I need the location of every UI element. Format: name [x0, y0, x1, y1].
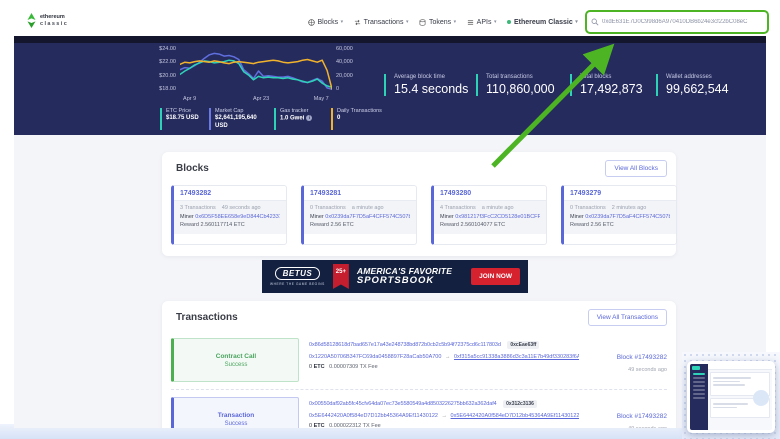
miner-address-link[interactable]: 0x0239da7F7D5aF4CFF574C507bb... [585, 214, 670, 220]
method-id-tag: 0x312c3136 [503, 400, 537, 408]
thumbnail-content [708, 364, 772, 430]
ad-headline: AMERICA'S FAVORITE SPORTSBOOK [357, 267, 452, 287]
nav-item-apis[interactable]: APIs ▾ [467, 19, 496, 26]
chevron-down-icon: ▾ [406, 19, 409, 25]
arrow-right-icon: → [442, 413, 448, 419]
logo-text: ethereum classic [40, 14, 68, 27]
chevron-down-icon: ▾ [454, 19, 457, 25]
nav-item-transactions[interactable]: Transactions ▾ [354, 19, 408, 26]
hero-top-strip [14, 36, 766, 43]
chart-y-axis-left: $24.00 $22.00 $20.00 $18.00 [150, 46, 176, 92]
to-address-link[interactable]: 0x5E6442420A0f584eD7D12bb45364A9Ef114301… [451, 413, 579, 419]
block-card: 17493282 3 Transactions49 seconds ago Mi… [171, 185, 287, 245]
transaction-row: Transaction Success 0x00550daf92ab5fc45c… [171, 389, 667, 428]
miner-address-link[interactable]: 0x981217f3FcC2CD5128e01BCFFa... [455, 214, 540, 220]
page-body: Blocks View All Blocks 17493282 3 Transa… [14, 135, 766, 428]
view-all-blocks-button[interactable]: View All Blocks [605, 160, 667, 177]
list-icon [467, 19, 474, 26]
block-number-link[interactable]: 17493280 [434, 186, 546, 201]
from-address-link[interactable]: 0x5E6442420A0f584eD7D12bb45364A9Ef114301… [309, 413, 438, 419]
blocks-title: Blocks [176, 163, 209, 174]
legend-daily-transactions: Daily Transactions 0 [331, 108, 383, 130]
transactions-icon [354, 19, 361, 26]
legend-market-cap: Market Cap $2,641,195,640 USD [209, 108, 265, 130]
chevron-down-icon: ▾ [575, 19, 578, 25]
block-card: 17493280 4 Transactionsa minute ago Mine… [431, 185, 547, 245]
search-box-highlighted[interactable] [585, 10, 769, 34]
legend-etc-price: ETC Price $18.75 USD [160, 108, 200, 130]
method-id-tag: 0xcEae63ff [507, 341, 539, 349]
network-stats: Average block time 15.4 seconds Total tr… [384, 74, 762, 96]
chevron-down-icon: ▾ [494, 19, 497, 25]
tx-hash-link[interactable]: 0x00550daf92ab5fc45cfv64da07ec73e5580549… [309, 401, 497, 407]
block-link[interactable]: Block #17493282 [617, 413, 667, 420]
transaction-row: Contract Call Success 0x86d58128618d7bad… [171, 331, 667, 389]
join-now-button[interactable]: JOIN NOW [471, 268, 520, 285]
chevron-down-icon: ▾ [341, 19, 344, 25]
browser-page: ethereum classic Blocks ▾ Transactions ▾ [14, 8, 766, 428]
stat-total-transactions: Total transactions 110,860,000 [476, 74, 556, 96]
nav-menu: Blocks ▾ Transactions ▾ Tokens ▾ [308, 8, 598, 36]
to-address-link[interactable]: 0xf315a5cc91338a3886d3c3a11E7b49df330283… [454, 354, 579, 360]
thumbnail-sidebar [690, 364, 708, 430]
nav-item-blocks[interactable]: Blocks ▾ [308, 19, 343, 26]
block-cards: 17493282 3 Transactions49 seconds ago Mi… [171, 185, 677, 245]
blocks-panel: Blocks View All Blocks 17493282 3 Transa… [162, 152, 676, 256]
nav-item-tokens[interactable]: Tokens ▾ [419, 19, 456, 26]
ad-banner[interactable]: BETUS WHERE THE GAME BEGINS 25+ AMERICA'… [262, 260, 528, 293]
block-link[interactable]: Block #17493282 [617, 354, 667, 361]
dashboard-hero: $24.00 $22.00 $20.00 $18.00 60,000 40,00… [14, 36, 766, 135]
block-number-link[interactable]: 17493282 [174, 186, 286, 201]
chart-y-axis-right: 60,000 40,000 20,000 0 [336, 46, 362, 92]
transactions-panel: Transactions View All Transactions Contr… [162, 301, 676, 428]
status-badge: Success [225, 421, 248, 427]
cube-icon [308, 19, 315, 26]
chart-legend: ETC Price $18.75 USD Market Cap $2,641,1… [160, 108, 383, 130]
tokens-icon [419, 19, 426, 26]
ethereum-classic-logo[interactable]: ethereum classic [27, 13, 68, 28]
block-card: 17493279 0 Transactions2 minutes ago Min… [561, 185, 677, 245]
block-number-link[interactable]: 17493281 [304, 186, 416, 201]
tx-type-badge: Transaction Success [171, 397, 299, 428]
transactions-title: Transactions [176, 312, 238, 323]
from-address-link[interactable]: 0x1220A50706B347FC69da0458897F28aCab50A7… [309, 354, 441, 360]
status-badge: Success [225, 362, 248, 368]
legend-gas-tracker: Gas tracker 1.0 Gweii [274, 108, 322, 130]
view-all-transactions-button[interactable]: View All Transactions [588, 309, 667, 326]
network-status-dot [507, 20, 511, 24]
etc-diamond-icon [27, 13, 36, 28]
betus-logo: BETUS WHERE THE GAME BEGINS [270, 267, 325, 286]
search-icon [591, 18, 599, 26]
transaction-list: Contract Call Success 0x86d58128618d7bad… [171, 331, 667, 428]
stat-wallet-addresses: Wallet addresses 99,662,544 [656, 74, 748, 96]
chart-x-axis: Apr 9 Apr 23 May 7 [180, 96, 332, 104]
tx-type-badge: Contract Call Success [171, 338, 299, 382]
block-card: 17493281 0 Transactionsa minute ago Mine… [301, 185, 417, 245]
stat-average-block-time: Average block time 15.4 seconds [384, 74, 462, 96]
age-badge: 25+ [333, 264, 349, 289]
stat-total-blocks: Total blocks 17,492,873 [570, 74, 642, 96]
page-preview-thumbnail[interactable] [687, 361, 775, 433]
tx-hash-link[interactable]: 0x86d58128618d7bad657e17a43e248738bd872b… [309, 342, 501, 348]
top-navbar: ethereum classic Blocks ▾ Transactions ▾ [14, 8, 766, 36]
hero-chart-svg [180, 46, 332, 92]
block-number-link[interactable]: 17493279 [564, 186, 676, 201]
nav-item-network-selector[interactable]: Ethereum Classic ▾ [507, 19, 577, 26]
price-chart: $24.00 $22.00 $20.00 $18.00 60,000 40,00… [150, 44, 362, 110]
miner-address-link[interactable]: 0x0239da7F7D5aF4CFF574C507bb... [325, 214, 410, 220]
info-icon[interactable]: i [306, 115, 312, 121]
arrow-right-icon: → [445, 354, 451, 360]
search-input[interactable] [602, 19, 763, 25]
miner-address-link[interactable]: 0x6D5F58EE658e9eD844Cb42337... [195, 214, 280, 220]
